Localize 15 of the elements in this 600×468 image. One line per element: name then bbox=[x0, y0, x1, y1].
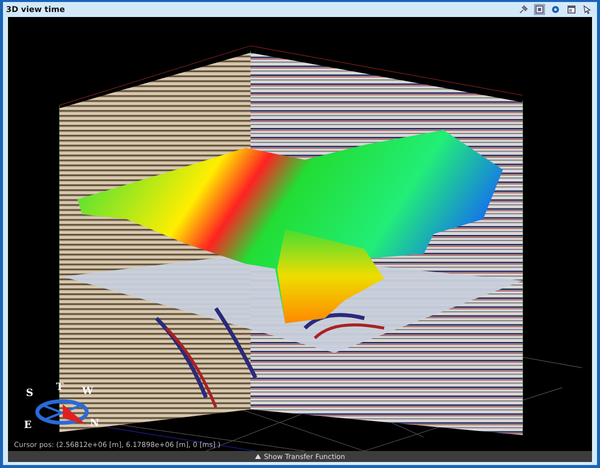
pin-icon bbox=[519, 5, 528, 14]
toolbar-button[interactable] bbox=[566, 4, 577, 15]
caret-icon bbox=[254, 454, 261, 459]
window-icon bbox=[567, 5, 576, 14]
view-icon bbox=[535, 5, 544, 14]
compass-label: E bbox=[24, 421, 32, 431]
compass-label: S bbox=[26, 389, 34, 399]
toolbar-button[interactable] bbox=[550, 4, 561, 15]
toolbar-button[interactable] bbox=[582, 4, 593, 15]
settings-icon bbox=[551, 5, 560, 14]
window-title: 3D view time bbox=[6, 5, 65, 14]
toolbar-button[interactable] bbox=[518, 4, 529, 15]
pointer-icon bbox=[583, 5, 592, 14]
compass-label: T bbox=[56, 383, 64, 393]
toolbar-button[interactable] bbox=[534, 4, 545, 15]
